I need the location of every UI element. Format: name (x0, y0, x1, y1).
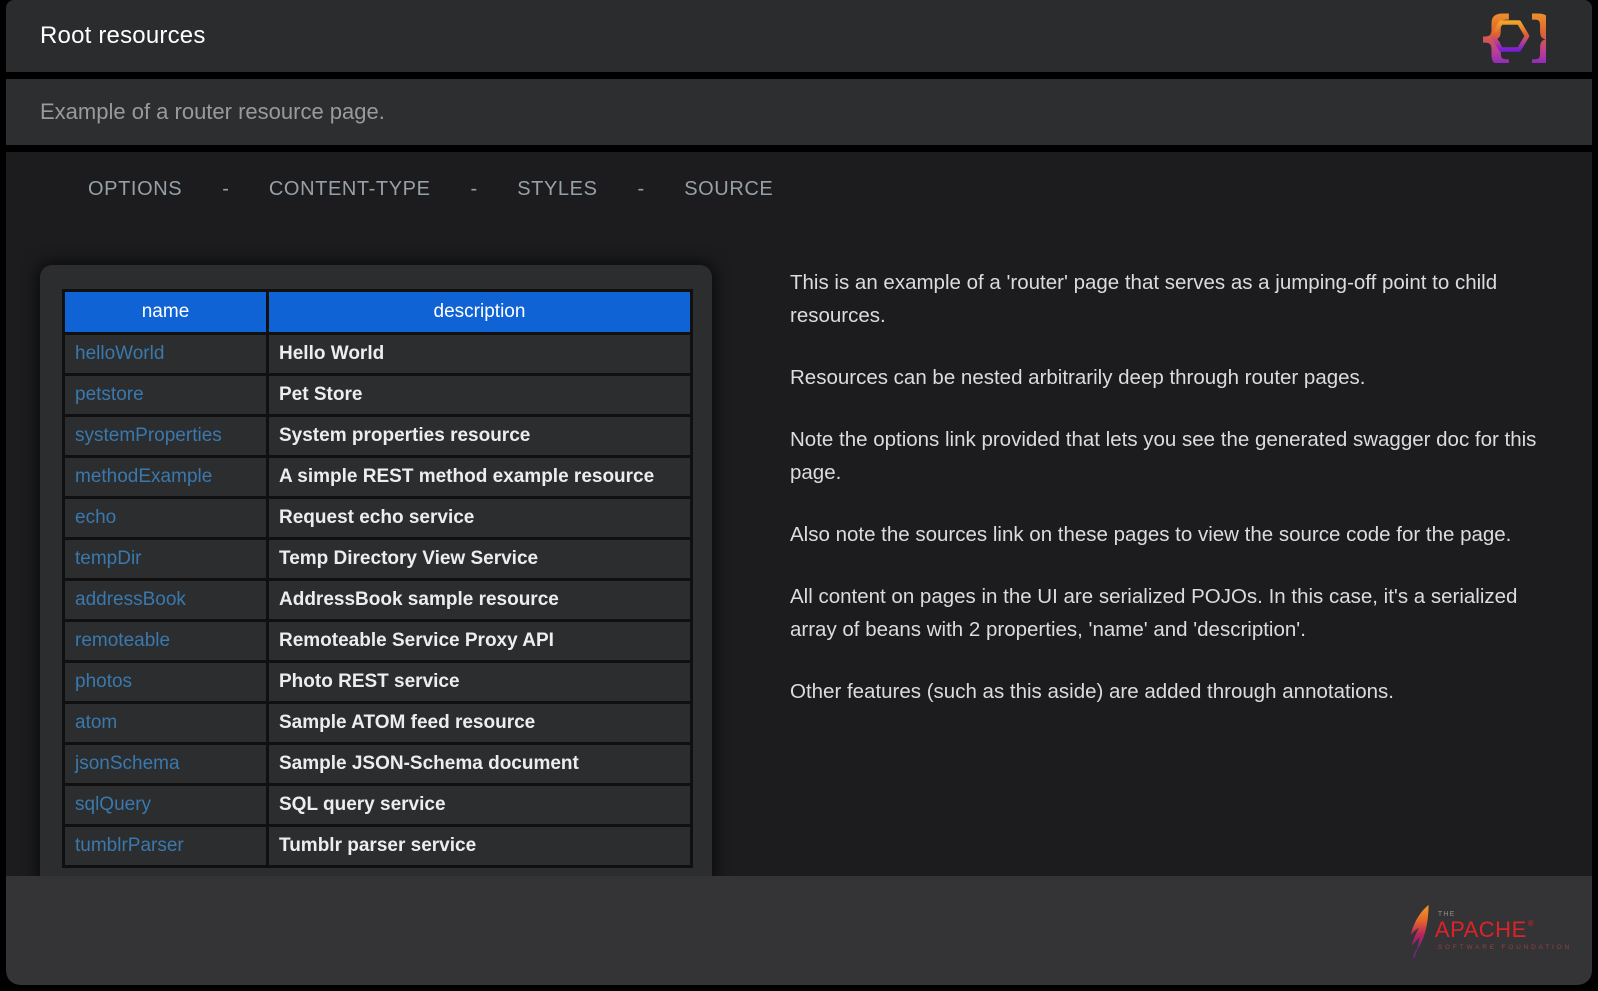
aside-paragraph: Other features (such as this aside) are … (790, 675, 1546, 708)
resource-link-addressBook[interactable]: addressBook (75, 589, 186, 610)
resource-name-cell: tumblrParser (64, 826, 268, 867)
table-row: jsonSchema Sample JSON-Schema document (64, 744, 692, 785)
table-row: atom Sample ATOM feed resource (64, 703, 692, 744)
table-row: petstore Pet Store (64, 375, 692, 416)
content-area: OPTIONS - CONTENT-TYPE - STYLES - SOURCE named… (6, 152, 1592, 876)
table-row: systemProperties System properties resour… (64, 416, 692, 457)
apache-logo-text: THE APACHE ® SOFTWARE FOUNDATION (1435, 911, 1572, 951)
resource-name-cell: petstore (64, 375, 268, 416)
nav: OPTIONS - CONTENT-TYPE - STYLES - SOURCE (88, 178, 773, 201)
aside-panel: This is an example of a 'router' page th… (790, 266, 1546, 737)
resource-link-echo[interactable]: echo (75, 507, 116, 528)
resource-name-cell: addressBook (64, 580, 268, 621)
resource-link-helloWorld[interactable]: helloWorld (75, 343, 164, 364)
nav-link-source[interactable]: SOURCE (684, 178, 773, 201)
resource-description: Temp Directory View Service (268, 539, 692, 580)
table-header-row: namedescription (64, 291, 692, 334)
resource-name-cell: tempDir (64, 539, 268, 580)
nav-link-options[interactable]: OPTIONS (88, 178, 182, 201)
nav-link-styles[interactable]: STYLES (517, 178, 597, 201)
header: Root resources { } (6, 0, 1592, 72)
apache-logo: THE APACHE ® SOFTWARE FOUNDATION (1405, 904, 1572, 958)
resource-description: Photo REST service (268, 662, 692, 703)
aside-paragraph: This is an example of a 'router' page th… (790, 266, 1546, 332)
page-subtitle: Example of a router resource page. (40, 99, 385, 125)
nav-separator: - (471, 178, 478, 201)
table-row: helloWorld Hello World (64, 334, 692, 375)
page: Root resources { } Example of a router r… (6, 0, 1592, 985)
left-brace-glyph: { (1476, 9, 1516, 63)
resource-link-systemProperties[interactable]: systemProperties (75, 425, 222, 446)
resource-name-cell: sqlQuery (64, 785, 268, 826)
registered-mark: ® (1528, 919, 1534, 928)
apache-feather-icon (1405, 904, 1431, 958)
resource-description: Request echo service (268, 498, 692, 539)
aside-paragraph: Note the options link provided that lets… (790, 423, 1546, 489)
page-title: Root resources (40, 22, 206, 50)
resource-name-cell: helloWorld (64, 334, 268, 375)
resource-link-atom[interactable]: atom (75, 712, 117, 733)
resource-name-cell: atom (64, 703, 268, 744)
table-row: tempDir Temp Directory View Service (64, 539, 692, 580)
table-row: echo Request echo service (64, 498, 692, 539)
resource-name-cell: methodExample (64, 457, 268, 498)
resource-link-photos[interactable]: photos (75, 671, 132, 692)
resource-link-jsonSchema[interactable]: jsonSchema (75, 753, 180, 774)
column-header-name: name (64, 291, 268, 334)
aside-paragraph: Resources can be nested arbitrarily deep… (790, 361, 1546, 394)
resource-description: AddressBook sample resource (268, 580, 692, 621)
juneau-logo-icon: { } (1474, 9, 1546, 63)
resource-name-cell: remoteable (64, 621, 268, 662)
resource-description: Sample JSON-Schema document (268, 744, 692, 785)
resource-name-cell: echo (64, 498, 268, 539)
table-row: photos Photo REST service (64, 662, 692, 703)
resource-description: A simple REST method example resource (268, 457, 692, 498)
separator (6, 145, 1592, 152)
separator (6, 72, 1592, 79)
resource-description: Hello World (268, 334, 692, 375)
column-header-description: description (268, 291, 692, 334)
resource-description: Sample ATOM feed resource (268, 703, 692, 744)
table-row: remoteable Remoteable Service Proxy API (64, 621, 692, 662)
apache-name-label: APACHE (1435, 919, 1527, 941)
resources-table: namedescription helloWorldHello Worldpet… (62, 289, 693, 868)
subtitle-bar: Example of a router resource page. (6, 79, 1592, 145)
nav-separator: - (222, 178, 229, 201)
right-brace-glyph: } (1525, 9, 1546, 63)
resource-description: System properties resource (268, 416, 692, 457)
nav-separator: - (638, 178, 645, 201)
resource-link-tumblrParser[interactable]: tumblrParser (75, 835, 184, 856)
resource-description: Tumblr parser service (268, 826, 692, 867)
resource-name-cell: photos (64, 662, 268, 703)
footer: THE APACHE ® SOFTWARE FOUNDATION (6, 876, 1592, 985)
aside-paragraph: Also note the sources link on these page… (790, 518, 1546, 551)
resource-description: Remoteable Service Proxy API (268, 621, 692, 662)
resource-link-remoteable[interactable]: remoteable (75, 630, 170, 651)
resource-name-cell: systemProperties (64, 416, 268, 457)
resource-description: SQL query service (268, 785, 692, 826)
aside-paragraph: All content on pages in the UI are seria… (790, 580, 1546, 646)
resource-link-methodExample[interactable]: methodExample (75, 466, 212, 487)
resource-description: Pet Store (268, 375, 692, 416)
table-row: methodExample A simple REST method exampl… (64, 457, 692, 498)
table-row: sqlQuery SQL query service (64, 785, 692, 826)
resource-name-cell: jsonSchema (64, 744, 268, 785)
table-row: tumblrParser Tumblr parser service (64, 826, 692, 867)
apache-foundation-label: SOFTWARE FOUNDATION (1438, 944, 1572, 951)
resource-link-sqlQuery[interactable]: sqlQuery (75, 794, 151, 815)
resource-link-tempDir[interactable]: tempDir (75, 548, 142, 569)
resource-link-petstore[interactable]: petstore (75, 384, 144, 405)
nav-link-content-type[interactable]: CONTENT-TYPE (269, 178, 431, 201)
table-row: addressBook AddressBook sample resource (64, 580, 692, 621)
resources-panel: namedescription helloWorldHello Worldpet… (40, 265, 712, 876)
